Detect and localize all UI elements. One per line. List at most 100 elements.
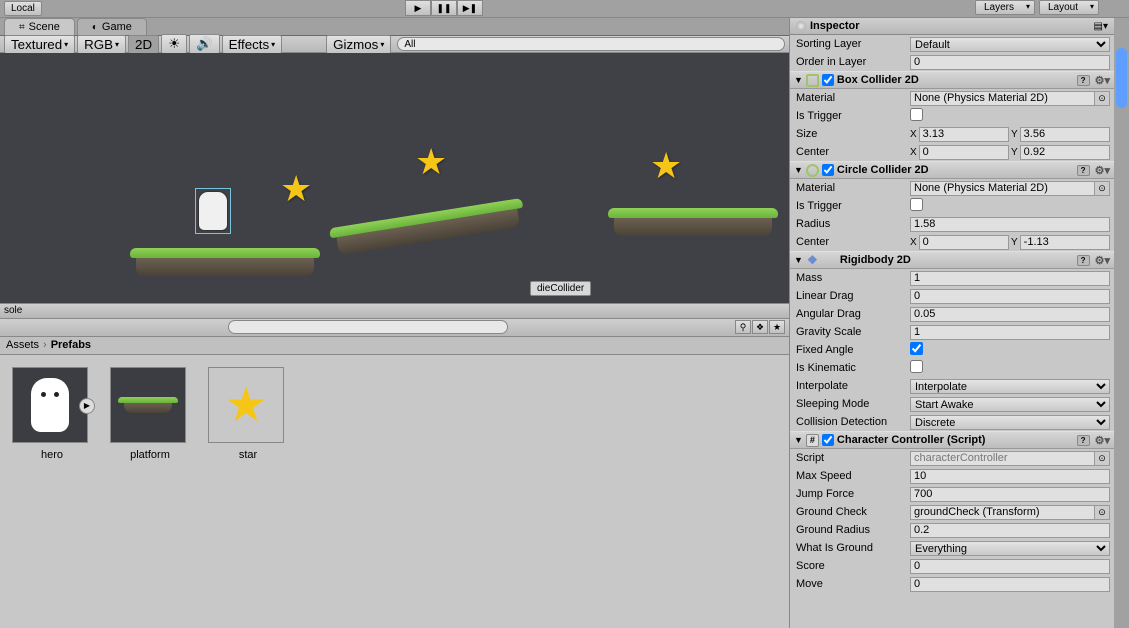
scene-platform[interactable] xyxy=(329,198,526,256)
bc-center-x[interactable] xyxy=(919,145,1009,160)
cc-center-y[interactable] xyxy=(1020,235,1110,250)
foldout-icon[interactable]: ▼ xyxy=(794,255,803,265)
scene-view[interactable]: ★ ★ ★ dieCollider xyxy=(0,53,789,303)
scene-star[interactable]: ★ xyxy=(415,141,447,183)
help-icon[interactable]: ? xyxy=(1077,255,1090,266)
layout-dropdown[interactable]: Layout xyxy=(1039,0,1099,15)
rb-interpolate-dropdown[interactable]: Interpolate xyxy=(910,379,1110,394)
whatisground-dropdown[interactable]: Everything xyxy=(910,541,1110,556)
gear-icon[interactable]: ⚙▾ xyxy=(1095,434,1110,447)
audio-icon[interactable]: 🔊 xyxy=(189,34,220,54)
rgb-dropdown[interactable]: RGB ▾ xyxy=(77,35,126,54)
scene-star[interactable]: ★ xyxy=(650,145,682,187)
asset-platform[interactable]: platform xyxy=(110,367,190,461)
move-field[interactable] xyxy=(910,577,1110,592)
bc-size-x[interactable] xyxy=(919,127,1009,142)
inspector-menu-icon[interactable]: ▤▾ xyxy=(1094,21,1108,32)
local-button[interactable]: Local xyxy=(4,1,42,16)
assets-grid: ▶ hero platform ★ star xyxy=(0,355,789,628)
rb-lineardrag-field[interactable] xyxy=(910,289,1110,304)
assets-label-icon[interactable]: ❖ xyxy=(752,320,768,334)
effects-dropdown[interactable]: Effects ▾ xyxy=(222,35,283,54)
vertical-scrollbar[interactable] xyxy=(1114,18,1129,628)
rigidbody-component[interactable]: ▼❖Rigidbody 2D?⚙▾ xyxy=(790,251,1114,269)
play-controls: ▶ ❚❚ ▶❚ xyxy=(405,0,483,16)
play-button[interactable]: ▶ xyxy=(405,0,431,16)
help-icon[interactable]: ? xyxy=(1077,75,1090,86)
cc-enabled-checkbox[interactable] xyxy=(822,434,834,446)
help-icon[interactable]: ? xyxy=(1077,165,1090,176)
diecollider-label[interactable]: dieCollider xyxy=(530,281,591,296)
order-in-layer-field[interactable] xyxy=(910,55,1110,70)
scene-platform[interactable] xyxy=(130,248,320,276)
cc-center-x[interactable] xyxy=(919,235,1009,250)
step-button[interactable]: ▶❚ xyxy=(457,0,483,16)
gear-icon[interactable]: ⚙▾ xyxy=(1095,164,1110,177)
rb-iskinematic-checkbox[interactable] xyxy=(910,360,923,373)
box-collider-icon xyxy=(806,74,819,87)
scene-platform[interactable] xyxy=(608,208,778,236)
scene-search-input[interactable] xyxy=(397,37,785,51)
layers-dropdown[interactable]: Layers xyxy=(975,0,1035,15)
console-tab[interactable]: sole xyxy=(0,303,789,319)
jumpforce-field[interactable] xyxy=(910,487,1110,502)
script-field[interactable] xyxy=(910,451,1095,466)
gear-icon[interactable]: ⚙▾ xyxy=(1095,254,1110,267)
foldout-icon[interactable]: ▼ xyxy=(794,75,803,85)
cc-radius-field[interactable] xyxy=(910,217,1110,232)
object-picker-icon[interactable]: ⊙ xyxy=(1095,451,1110,466)
gear-icon[interactable]: ⚙▾ xyxy=(1095,74,1110,87)
object-picker-icon[interactable]: ⊙ xyxy=(1095,91,1110,106)
maxspeed-field[interactable] xyxy=(910,469,1110,484)
box-collider-enabled[interactable] xyxy=(822,74,834,86)
tab-game[interactable]: ◐Game xyxy=(77,18,147,35)
lighting-icon[interactable]: ☀ xyxy=(161,34,187,54)
help-icon[interactable]: ? xyxy=(1077,435,1090,446)
top-toolbar: Local ▶ ❚❚ ▶❚ Layers Layout xyxy=(0,0,1129,18)
asset-star[interactable]: ★ star xyxy=(208,367,288,461)
scene-star[interactable]: ★ xyxy=(280,168,312,210)
bc-center-y[interactable] xyxy=(1020,145,1110,160)
asset-hero[interactable]: ▶ hero xyxy=(12,367,92,461)
foldout-icon[interactable]: ▼ xyxy=(794,435,803,445)
breadcrumb-assets[interactable]: Assets xyxy=(6,339,39,351)
gizmos-dropdown[interactable]: Gizmos ▾ xyxy=(326,35,391,54)
rb-collisiondetection-dropdown[interactable]: Discrete xyxy=(910,415,1110,430)
cc-istrigger-checkbox[interactable] xyxy=(910,198,923,211)
assets-filter-icon[interactable]: ⚲ xyxy=(735,320,751,334)
cc-material-field[interactable] xyxy=(910,181,1095,196)
rb-gravityscale-field[interactable] xyxy=(910,325,1110,340)
tab-scene[interactable]: ⌗Scene xyxy=(4,18,75,35)
groundcheck-field[interactable] xyxy=(910,505,1095,520)
character-controller-component[interactable]: ▼#Character Controller (Script)?⚙▾ xyxy=(790,431,1114,449)
rb-angulardrag-field[interactable] xyxy=(910,307,1110,322)
rigidbody-icon: ❖ xyxy=(806,254,819,267)
bc-istrigger-checkbox[interactable] xyxy=(910,108,923,121)
assets-star-icon[interactable]: ★ xyxy=(769,320,785,334)
rb-mass-field[interactable] xyxy=(910,271,1110,286)
scene-tabs: ⌗Scene ◐Game xyxy=(0,18,789,36)
bc-size-y[interactable] xyxy=(1020,127,1110,142)
assets-search-input[interactable] xyxy=(228,320,508,334)
2d-toggle[interactable]: 2D xyxy=(128,35,159,54)
shading-mode-dropdown[interactable]: Textured ▾ xyxy=(4,35,75,54)
hero-sprite[interactable] xyxy=(198,191,228,231)
box-collider-component[interactable]: ▼Box Collider 2D?⚙▾ xyxy=(790,71,1114,89)
scene-icon: ⌗ xyxy=(19,22,25,33)
groundradius-field[interactable] xyxy=(910,523,1110,538)
foldout-icon[interactable]: ▼ xyxy=(794,165,803,175)
inspector-header[interactable]: Inspector ▤▾ xyxy=(790,18,1114,35)
bc-material-field[interactable] xyxy=(910,91,1095,106)
sorting-layer-dropdown[interactable]: Default xyxy=(910,37,1110,52)
object-picker-icon[interactable]: ⊙ xyxy=(1095,181,1110,196)
rb-fixedangle-checkbox[interactable] xyxy=(910,342,923,355)
circle-collider-component[interactable]: ▼Circle Collider 2D?⚙▾ xyxy=(790,161,1114,179)
circle-collider-enabled[interactable] xyxy=(822,164,834,176)
scrollbar-thumb[interactable] xyxy=(1116,48,1127,108)
object-picker-icon[interactable]: ⊙ xyxy=(1095,505,1110,520)
score-field[interactable] xyxy=(910,559,1110,574)
script-icon: # xyxy=(806,434,819,447)
breadcrumb-prefabs[interactable]: Prefabs xyxy=(51,339,91,351)
rb-sleepingmode-dropdown[interactable]: Start Awake xyxy=(910,397,1110,412)
pause-button[interactable]: ❚❚ xyxy=(431,0,457,16)
